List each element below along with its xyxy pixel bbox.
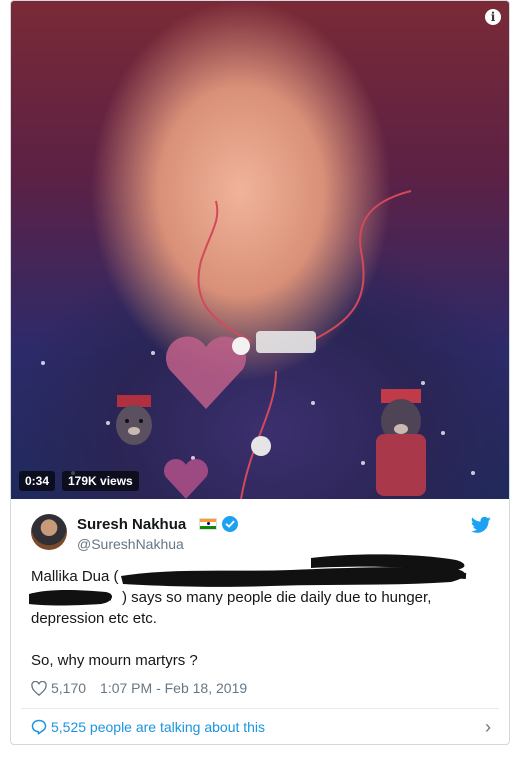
info-icon[interactable]: i bbox=[485, 9, 501, 25]
twitter-bird-icon[interactable] bbox=[471, 516, 491, 534]
tweet-text-line: Mallika Dua ( bbox=[31, 568, 119, 585]
author-name[interactable]: Suresh Nakhua bbox=[77, 516, 186, 533]
like-heart-icon[interactable] bbox=[31, 680, 47, 696]
tweet-timestamp[interactable]: 1:07 PM - Feb 18, 2019 bbox=[100, 680, 247, 696]
india-flag-icon bbox=[199, 518, 217, 530]
video-duration-badge: 0:34 bbox=[19, 471, 56, 491]
tweet-body: Suresh Nakhua @SureshNakhua Mallika Dua … bbox=[11, 500, 509, 707]
earphone-cable bbox=[197, 190, 412, 499]
author-handle[interactable]: @SureshNakhua bbox=[77, 536, 184, 552]
speech-bubble-icon bbox=[31, 719, 47, 735]
tweet-text-line: depression etc etc. bbox=[31, 610, 157, 627]
tweet-meta: 5,170 1:07 PM - Feb 18, 2019 bbox=[31, 680, 247, 696]
tweet-text: Mallika Dua ( ) says so many people die … bbox=[31, 566, 491, 671]
tweet-text-line: So, why mourn martyrs ? bbox=[31, 652, 198, 669]
verified-badge-icon bbox=[222, 516, 238, 532]
tweet-text-line: ) says so many people die daily due to h… bbox=[122, 589, 432, 606]
conversation-link[interactable]: 5,525 people are talking about this › bbox=[11, 709, 509, 744]
embedded-tweet-card: i 0:34 179K views Suresh Nakhua @SureshN… bbox=[10, 0, 510, 745]
avatar[interactable] bbox=[31, 514, 67, 550]
video-player[interactable]: i 0:34 179K views bbox=[11, 1, 509, 499]
chevron-right-icon[interactable]: › bbox=[485, 717, 491, 738]
talking-about-label[interactable]: 5,525 people are talking about this bbox=[51, 719, 265, 735]
like-count[interactable]: 5,170 bbox=[51, 680, 86, 696]
video-views-badge: 179K views bbox=[62, 471, 139, 491]
